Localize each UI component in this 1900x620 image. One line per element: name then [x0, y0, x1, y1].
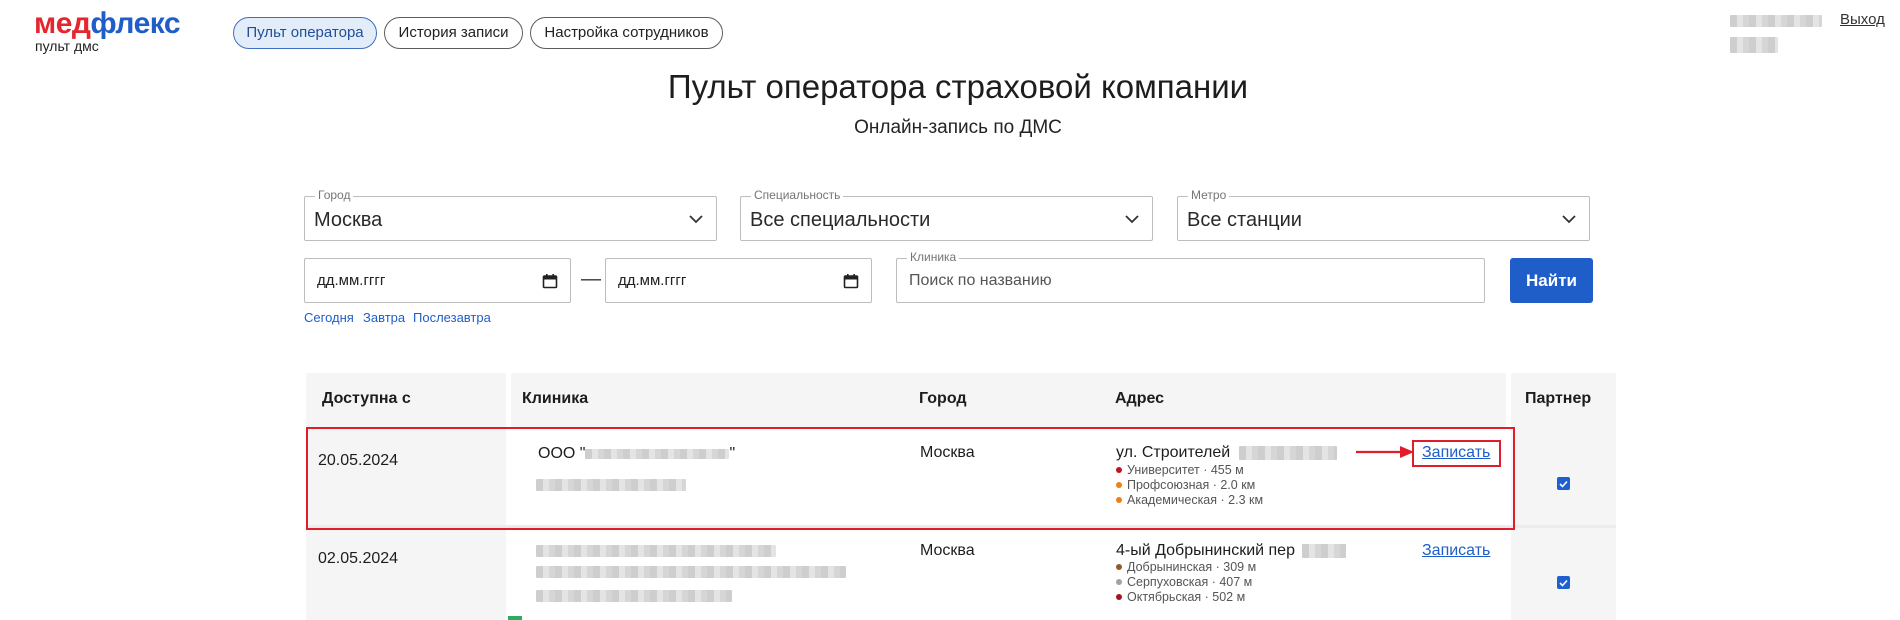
city-select[interactable]: Город Москва: [304, 188, 717, 241]
city-label: Город: [315, 188, 354, 202]
quick-date-day-after[interactable]: Послезавтра: [413, 310, 491, 325]
chevron-down-icon: [1562, 215, 1576, 224]
metro-line-dot: [1116, 563, 1122, 570]
metro-station: Серпуховская · 407 м: [1116, 575, 1256, 590]
clinic-search-input[interactable]: Клиника Поиск по названию: [896, 250, 1485, 303]
logo-part-blue: флекс: [90, 7, 181, 40]
status-indicator: [508, 616, 522, 620]
row2-available-date: 02.05.2024: [318, 550, 399, 567]
clinic-search-placeholder: Поиск по названию: [909, 272, 1052, 289]
row2-address: 4-ый Добрынинский пер: [1116, 542, 1347, 560]
clinic-label: Клиника: [907, 250, 960, 264]
logo-subtitle: пульт дмс: [35, 38, 99, 54]
header-city[interactable]: Город: [919, 390, 967, 408]
find-button[interactable]: Найти: [1510, 258, 1593, 303]
specialty-label: Специальность: [751, 188, 844, 202]
date-from-value: дд.мм.гггг: [317, 272, 386, 289]
date-from-input[interactable]: дд.мм.гггг: [304, 258, 571, 303]
specialty-value: Все специальности: [750, 209, 931, 231]
metro-station-name: Октябрьская · 502 м: [1127, 590, 1246, 604]
chevron-down-icon: [1125, 215, 1139, 224]
header-partner[interactable]: Партнер: [1525, 390, 1591, 408]
header-address[interactable]: Адрес: [1115, 390, 1164, 408]
page-title: Пульт оператора страховой компании: [667, 68, 1249, 105]
city-value: Москва: [314, 209, 383, 231]
row2-clinic-name-redacted: [536, 545, 776, 557]
nav-operator-console[interactable]: Пульт оператора: [233, 17, 377, 49]
page-subtitle: Онлайн-запись по ДМС: [854, 117, 1062, 138]
metro-line-dot: [1116, 593, 1122, 600]
specialty-select[interactable]: Специальность Все специальности: [740, 188, 1153, 241]
logout-link[interactable]: Выход: [1840, 11, 1885, 28]
metro-station: Добрынинская · 309 м: [1116, 560, 1256, 575]
row2-clinic-name-redacted: [536, 566, 846, 578]
row2-metro-list: Добрынинская · 309 м Серпуховская · 407 …: [1116, 560, 1256, 605]
quick-date-today[interactable]: Сегодня: [304, 310, 354, 325]
calendar-icon[interactable]: [542, 273, 558, 289]
metro-station-name: Добрынинская · 309 м: [1127, 560, 1257, 574]
metro-value: Все станции: [1187, 209, 1302, 231]
metro-label: Метро: [1188, 188, 1230, 202]
row2-clinic-name-redacted: [536, 590, 732, 602]
check-icon: [1559, 579, 1568, 587]
row1-partner-checkbox[interactable]: [1557, 477, 1570, 490]
calendar-icon[interactable]: [843, 273, 859, 289]
date-to-input[interactable]: дд.мм.гггг: [605, 258, 872, 303]
user-role-redacted: [1730, 37, 1778, 53]
metro-select[interactable]: Метро Все станции: [1177, 188, 1590, 241]
row2-book-link[interactable]: Записать: [1422, 542, 1490, 560]
chevron-down-icon: [689, 215, 703, 224]
header-available[interactable]: Доступна с: [322, 390, 411, 408]
user-name-redacted: [1730, 15, 1822, 27]
row-highlight-annotation: [306, 427, 1515, 530]
row2-city: Москва: [920, 542, 975, 559]
row2-address-text: 4-ый Добрынинский пер: [1116, 542, 1295, 559]
date-separator: —: [581, 268, 601, 290]
book-link-highlight-annotation: [1412, 440, 1501, 467]
nav-booking-history[interactable]: История записи: [384, 17, 523, 49]
metro-station-name: Серпуховская · 407 м: [1127, 575, 1253, 589]
nav-staff-settings[interactable]: Настройка сотрудников: [530, 17, 723, 49]
metro-line-dot: [1116, 578, 1122, 585]
logo-part-red: мед: [34, 7, 91, 40]
partner-column-bg: [1511, 427, 1616, 620]
row2-partner-checkbox[interactable]: [1557, 576, 1570, 589]
row2-address-redacted: [1302, 543, 1347, 558]
header-clinic[interactable]: Клиника: [522, 390, 588, 408]
quick-date-tomorrow[interactable]: Завтра: [363, 310, 405, 325]
metro-station: Октябрьская · 502 м: [1116, 590, 1256, 605]
date-to-value: дд.мм.гггг: [618, 272, 687, 289]
check-icon: [1559, 480, 1568, 488]
